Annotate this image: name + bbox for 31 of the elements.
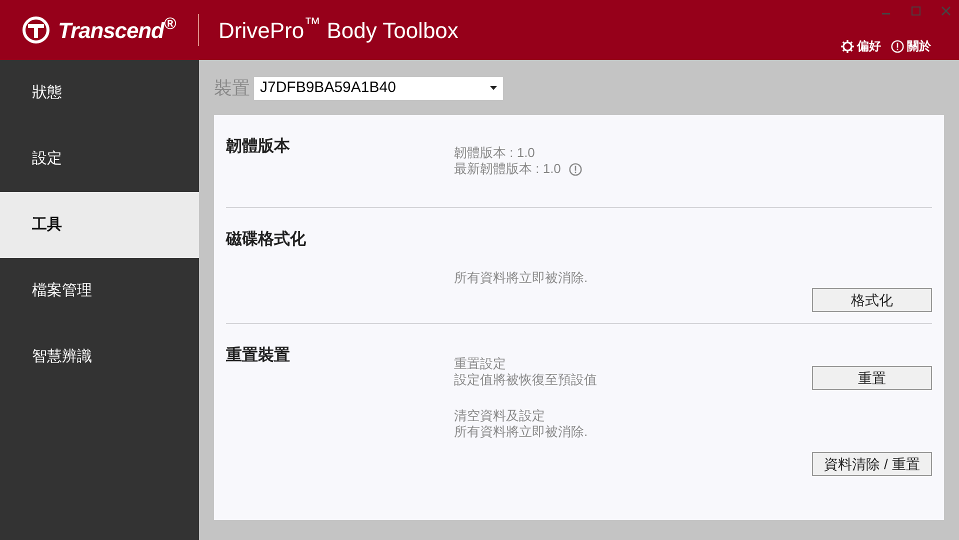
- info-text: 所有資料將立即被消除.: [454, 269, 588, 288]
- sidebar-item[interactable]: 智慧辨識: [0, 324, 199, 390]
- action-button[interactable]: 資料清除 / 重置: [812, 452, 932, 476]
- caret-icon: [490, 86, 497, 90]
- section-heading: 磁碟格式化: [226, 230, 307, 250]
- device-label: 裝置: [214, 76, 250, 100]
- sidebar-item[interactable]: 檔案管理: [0, 258, 199, 324]
- info-text: 最新韌體版本 : 1.0: [454, 160, 561, 178]
- info-text: 韌體版本 : 1.0: [454, 144, 535, 162]
- app-title: DrivePro$^{™}$ Body Toolbox: [218, 14, 458, 45]
- sidebar-item[interactable]: 工具: [0, 192, 199, 258]
- section-heading: 韌體版本: [226, 136, 291, 157]
- info-icon: [891, 40, 904, 52]
- device-dropdown[interactable]: J7DFB9BA59A1B40: [254, 76, 503, 100]
- action-button[interactable]: 格式化: [812, 288, 932, 312]
- info-text: 所有資料將立即被消除.: [454, 423, 588, 442]
- info-icon: [568, 162, 582, 176]
- info-text: 清空資料及設定: [454, 407, 545, 425]
- info-text: 重置設定: [454, 355, 506, 373]
- header-link[interactable]: 關於: [891, 37, 931, 55]
- section-heading: 重置裝置: [226, 345, 291, 366]
- settings-icon: [841, 40, 854, 52]
- brand-name: Transcend$^{®}$: [58, 14, 176, 44]
- maximize-icon[interactable]: [911, 6, 921, 16]
- sidebar-item[interactable]: 設定: [0, 126, 199, 192]
- action-button[interactable]: 重置: [812, 366, 932, 390]
- info-text: 設定值將被恢復至預設值: [454, 371, 597, 390]
- header-link[interactable]: 偏好: [841, 37, 881, 55]
- close-icon[interactable]: [941, 6, 951, 16]
- logo-icon: [22, 16, 50, 44]
- sidebar-item[interactable]: 狀態: [0, 60, 199, 126]
